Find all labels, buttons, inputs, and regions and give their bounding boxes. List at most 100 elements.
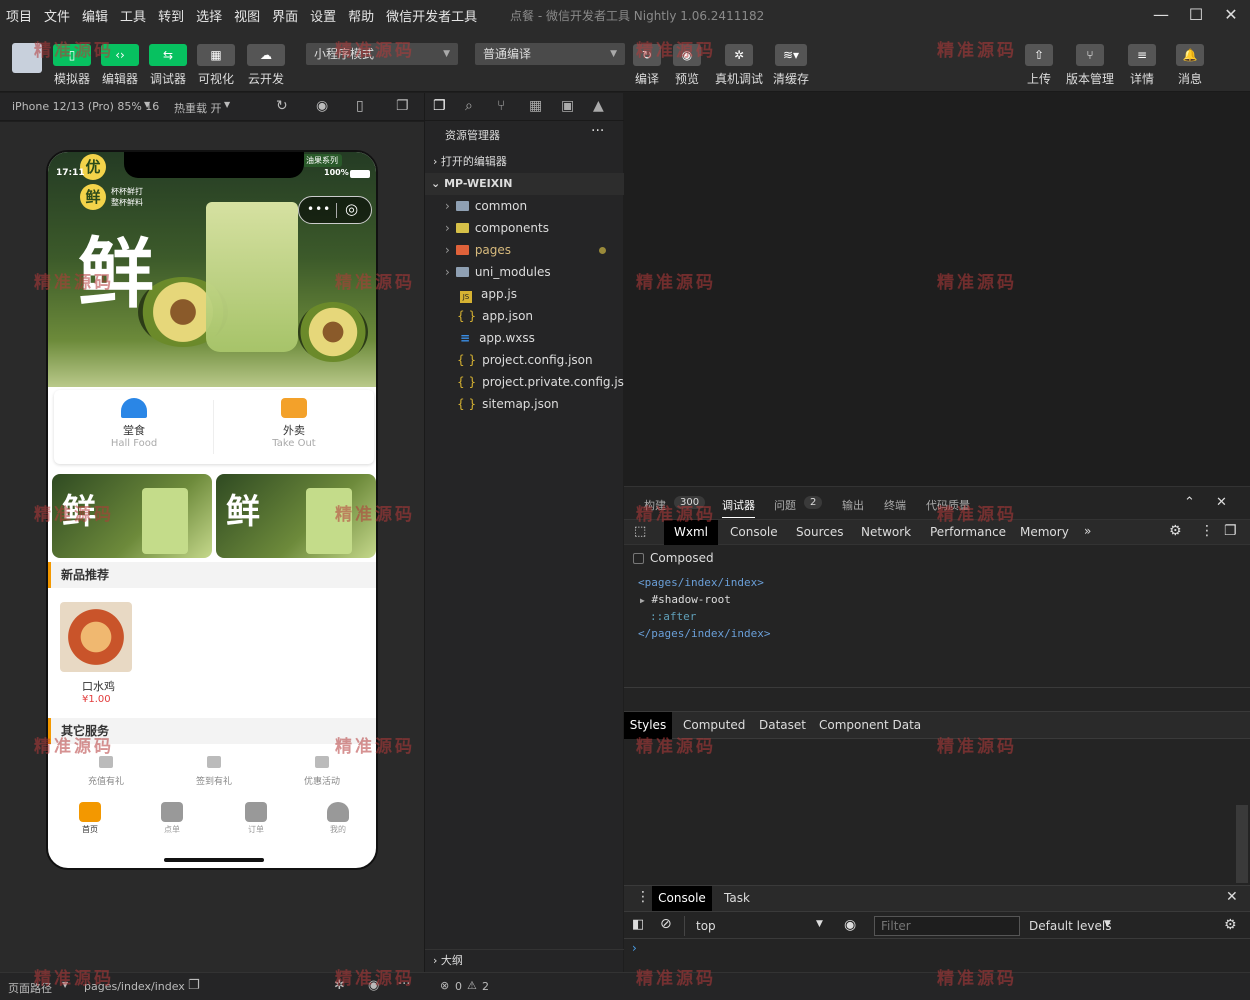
mode-take-out[interactable]: 外卖 Take Out (214, 398, 374, 449)
mode-hall-food[interactable]: 堂食 Hall Food (54, 398, 214, 449)
tree-item[interactable]: JS app.js (425, 283, 624, 305)
docker-icon[interactable]: ▲ (593, 98, 604, 114)
eye-icon[interactable]: ◉ (844, 917, 856, 933)
drawer-tab-task[interactable]: Task (724, 891, 750, 905)
close-icon[interactable]: ✕ (1220, 4, 1242, 26)
wxml-node[interactable]: ::after (650, 610, 696, 623)
clear-console-icon[interactable]: ⊘ (660, 916, 672, 932)
tree-item[interactable]: › pages (425, 239, 624, 261)
wxml-node[interactable]: </pages/index/index> (638, 627, 770, 640)
device-select[interactable]: iPhone 12/13 (Pro) 85% 16 (12, 100, 159, 113)
tab-home[interactable]: 首页 (60, 802, 120, 835)
preview-button[interactable]: ◉ 预览 (672, 44, 702, 87)
bug-icon[interactable]: ✲ (334, 978, 345, 993)
tree-item[interactable]: ≡ app.wxss (425, 327, 624, 349)
sidebar-toggle-icon[interactable]: ◧ (632, 917, 644, 932)
collapse-icon[interactable]: ⌃ (1184, 495, 1195, 510)
warning-count[interactable]: 2 (482, 980, 489, 993)
more-icon[interactable]: ··· (591, 123, 604, 139)
menu-interface[interactable]: 界面 (266, 6, 304, 25)
tab-dataset[interactable]: Dataset (759, 718, 806, 732)
menu-goto[interactable]: 转到 (152, 6, 190, 25)
upload-button[interactable]: ⇧ 上传 (1024, 44, 1054, 87)
gear-icon[interactable]: ⚙ (1169, 523, 1182, 539)
cloud-button[interactable]: ☁ 云开发 (246, 44, 286, 87)
tab-code-quality[interactable]: 代码质量 (926, 497, 970, 513)
debugger-button[interactable]: ⇆ 调试器 (148, 44, 188, 87)
promo-banner-left[interactable]: 鲜 (52, 474, 212, 558)
copy-icon[interactable]: ❐ (188, 978, 200, 993)
tab-performance[interactable]: Performance (930, 525, 1006, 539)
tab-sources[interactable]: Sources (796, 525, 843, 539)
save-icon[interactable]: ▣ (561, 98, 574, 114)
composed-checkbox[interactable] (633, 553, 644, 564)
more-icon[interactable]: ··· (398, 977, 410, 992)
tree-item[interactable]: { } app.json (425, 305, 624, 327)
service-recharge[interactable]: 充值有礼 (76, 756, 136, 787)
tab-component-data[interactable]: Component Data (819, 718, 921, 732)
tab-console[interactable]: Console (730, 525, 778, 539)
service-checkin[interactable]: 签到有礼 (184, 756, 244, 787)
menu-settings[interactable]: 设置 (304, 6, 342, 25)
close-target-icon[interactable]: ◎ (345, 200, 358, 218)
files-icon[interactable]: ❐ (433, 98, 446, 114)
editor-button[interactable]: ‹› 编辑器 (100, 44, 140, 87)
inspect-icon[interactable]: ⬚ (634, 524, 646, 539)
promo-banner-right[interactable]: 鲜 (216, 474, 376, 558)
clear-cache-button[interactable]: ≋▾ 清缓存 (772, 44, 810, 87)
menu-view[interactable]: 视图 (228, 6, 266, 25)
context-select[interactable]: top (696, 919, 716, 933)
real-debug-button[interactable]: ✲ 真机调试 (714, 44, 764, 87)
maximize-icon[interactable]: ☐ (1185, 4, 1207, 26)
compile-select[interactable]: 普通编译 ▼ (475, 43, 625, 65)
tree-item[interactable]: { } sitemap.json (425, 393, 624, 415)
tree-item[interactable]: › components (425, 217, 624, 239)
menu-help[interactable]: 帮助 (342, 6, 380, 25)
tree-item[interactable]: { } project.config.json (425, 349, 624, 371)
avatar[interactable] (12, 43, 42, 73)
project-root[interactable]: ⌄ MP-WEIXIN (425, 173, 624, 195)
git-icon[interactable]: ⑂ (497, 98, 505, 114)
tab-memory[interactable]: Memory (1020, 525, 1069, 539)
gear-icon[interactable]: ⚙ (1224, 917, 1237, 933)
mode-select[interactable]: 小程序模式 ▼ (306, 43, 458, 65)
tab-mine[interactable]: 我的 (308, 802, 368, 835)
search-icon[interactable]: ⌕ (465, 98, 473, 114)
close-icon[interactable]: ✕ (1216, 495, 1227, 510)
tab-build[interactable]: 构建 (644, 497, 666, 513)
menu-tools[interactable]: 工具 (114, 6, 152, 25)
tab-orders[interactable]: 订单 (226, 802, 286, 835)
eye-icon[interactable]: ◉ (368, 978, 379, 993)
tree-item[interactable]: › uni_modules (425, 261, 624, 283)
menu-edit[interactable]: 编辑 (76, 6, 114, 25)
more-tabs-icon[interactable]: » (1084, 524, 1091, 538)
mini-program-capsule[interactable]: ••• ◎ (298, 196, 372, 224)
compile-button[interactable]: ↻ 编译 (632, 44, 662, 87)
more-icon[interactable]: ••• (307, 202, 331, 216)
product-card[interactable]: 口水鸡 ¥1.00 (48, 592, 376, 714)
tab-wxml[interactable]: Wxml (664, 520, 718, 545)
console-filter-input[interactable] (874, 916, 1020, 936)
tree-item[interactable]: { } project.private.config.js... (425, 371, 624, 393)
tab-order[interactable]: 点单 (142, 802, 202, 835)
scrollbar[interactable] (1236, 805, 1248, 883)
refresh-icon[interactable]: ↻ (276, 98, 288, 114)
drawer-tab-console[interactable]: Console (652, 886, 712, 911)
error-count[interactable]: 0 (455, 980, 462, 993)
simulator-button[interactable]: ▯ 模拟器 (52, 44, 92, 87)
service-promotion[interactable]: 优惠活动 (292, 756, 352, 787)
tab-output[interactable]: 输出 (842, 497, 864, 513)
tab-styles[interactable]: Styles (624, 712, 672, 739)
hot-reload-toggle[interactable]: 热重载 开 (174, 100, 222, 116)
console-prompt-icon[interactable]: › (632, 941, 637, 955)
visual-button[interactable]: ▦ 可视化 (196, 44, 236, 87)
extensions-icon[interactable]: ▦ (529, 98, 542, 114)
open-editors-section[interactable]: › 打开的编辑器 (425, 151, 624, 173)
menu-select[interactable]: 选择 (190, 6, 228, 25)
menu-file[interactable]: 文件 (38, 6, 76, 25)
kebab-icon[interactable]: ⋮ (1200, 523, 1214, 539)
wxml-node[interactable]: ▶ #shadow-root (640, 593, 731, 606)
tree-item[interactable]: › common (425, 195, 624, 217)
wxml-node[interactable]: <pages/index/index> (638, 576, 764, 589)
tab-computed[interactable]: Computed (683, 718, 745, 732)
